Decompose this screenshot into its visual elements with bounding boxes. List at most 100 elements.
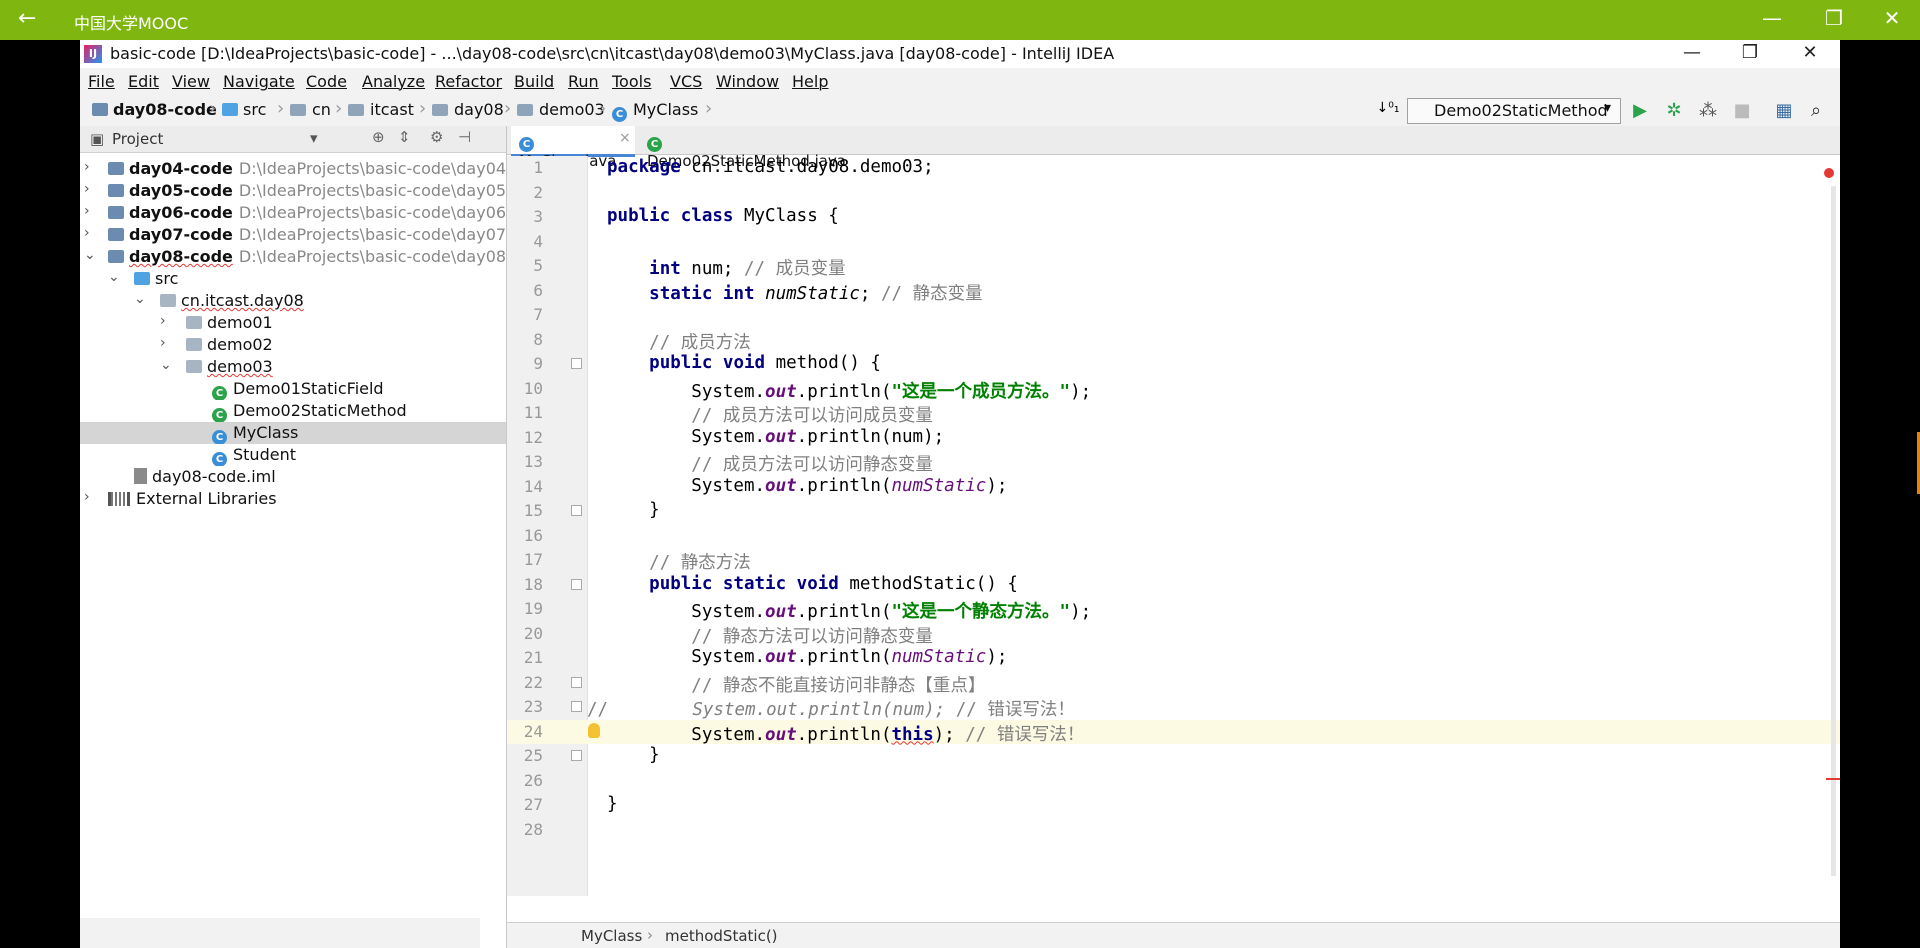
breadcrumb-day08[interactable]: day08 (432, 100, 504, 119)
code-line: 25 } (523, 745, 660, 765)
folder-icon (290, 104, 306, 116)
menu-navigate[interactable]: Navigate (223, 72, 295, 91)
chevron-down-icon[interactable]: ⌄ (108, 269, 120, 285)
chevron-right-icon[interactable]: › (84, 181, 90, 197)
breadcrumb-separator: › (705, 98, 713, 119)
code-line: 21 System.out.println(numStatic); (523, 647, 1008, 667)
run-icon[interactable]: ▶ (1628, 100, 1652, 121)
ide-minimize-button[interactable]: — (1672, 42, 1712, 63)
fold-marker[interactable] (571, 676, 582, 688)
error-indicator-icon[interactable] (1824, 168, 1834, 178)
menu-refactor[interactable]: Refactor (435, 72, 502, 91)
breadcrumb-separator: › (277, 98, 285, 119)
chevron-right-icon[interactable]: › (84, 203, 90, 219)
chevron-down-icon[interactable]: ⌄ (160, 357, 172, 373)
tree-item-day04-code[interactable]: › day04-code D:\IdeaProjects\basic-code\d… (80, 158, 506, 180)
debug-icon[interactable]: ✲ (1662, 100, 1686, 121)
breadcrumb-src[interactable]: src (222, 100, 266, 119)
stop-icon[interactable]: ■ (1730, 100, 1754, 121)
mooc-restore-button[interactable]: ❐ (1814, 6, 1854, 30)
tree-item-myclass[interactable]: C MyClass (80, 422, 506, 444)
editor-scrollbar[interactable] (1831, 186, 1836, 876)
tree-item-day06-code[interactable]: › day06-code D:\IdeaProjects\basic-code\d… (80, 202, 506, 224)
tree-item-demo01staticfield[interactable]: C Demo01StaticField (80, 378, 506, 400)
ide-restore-button[interactable]: ❐ (1730, 42, 1770, 63)
code-line: 6 static int numStatic; // 静态变量 (533, 280, 983, 304)
tree-item-demo02[interactable]: › demo02 (80, 334, 506, 356)
menu-tools[interactable]: Tools (612, 72, 651, 91)
chevron-right-icon[interactable]: › (160, 335, 166, 351)
mooc-minimize-button[interactable]: — (1752, 6, 1792, 30)
chevron-right-icon[interactable]: › (84, 159, 90, 175)
fold-marker[interactable] (571, 701, 582, 712)
breadcrumb-cn[interactable]: cn (290, 100, 331, 119)
menu-code[interactable]: Code (306, 72, 347, 91)
menu-build[interactable]: Build (514, 72, 554, 91)
collapse-icon[interactable]: ⇕ (398, 128, 411, 146)
breadcrumb-itcast[interactable]: itcast (348, 100, 414, 119)
tree-item-package[interactable]: ⌄ cn.itcast.day08 (80, 290, 506, 312)
mooc-close-button[interactable]: ✕ (1872, 6, 1912, 30)
menu-edit[interactable]: Edit (128, 72, 159, 91)
menu-file[interactable]: File (88, 72, 115, 91)
menu-view[interactable]: View (172, 72, 210, 91)
coverage-icon[interactable]: ⁂ (1696, 100, 1720, 121)
ide-close-button[interactable]: ✕ (1790, 42, 1830, 63)
menu-run[interactable]: Run (568, 72, 599, 91)
chevron-right-icon[interactable]: › (84, 225, 90, 241)
tree-item-iml[interactable]: day08-code.iml (80, 466, 506, 488)
error-stripe-marker[interactable] (1826, 778, 1840, 780)
fold-marker[interactable] (571, 358, 582, 369)
fold-marker[interactable] (571, 578, 582, 590)
tree-item-day05-code[interactable]: › day05-code D:\IdeaProjects\basic-code\d… (80, 180, 506, 202)
menu-help[interactable]: Help (792, 72, 828, 91)
menu-vcs[interactable]: VCS (670, 72, 702, 91)
chevron-down-icon[interactable]: ⌄ (134, 291, 146, 307)
code-line: 10 System.out.println("这是一个成员方法。"); (523, 378, 1092, 402)
tree-item-src[interactable]: ⌄ src (80, 268, 506, 290)
fold-marker[interactable] (571, 505, 582, 516)
code-line-current: 24 System.out.println(this); // 错误写法！ (507, 719, 1840, 745)
tree-item-day08-code[interactable]: ⌄ day08-code D:\IdeaProjects\basic-code\d… (80, 246, 506, 268)
chevron-down-icon[interactable]: ▾ (310, 129, 318, 147)
back-arrow-icon[interactable]: ← (18, 6, 36, 31)
code-line: 16 (523, 525, 543, 545)
project-horizontal-scrollbar[interactable] (80, 918, 480, 948)
run-configuration-select[interactable]: Demo02StaticMethod ▾ (1407, 98, 1621, 124)
library-icon (108, 492, 130, 506)
menu-analyze[interactable]: Analyze (362, 72, 425, 91)
fold-marker[interactable] (571, 750, 582, 761)
breadcrumb-module[interactable]: day08-code (92, 100, 217, 119)
project-structure-icon[interactable]: ▦ (1772, 100, 1796, 121)
mooc-app-title: 中国大学MOOC (74, 14, 189, 33)
tab-myclass-java[interactable]: CMyClass.java × (511, 126, 635, 170)
search-icon[interactable]: ⌕ (1804, 100, 1828, 121)
sort-icon[interactable]: ↓⁰₁ (1376, 100, 1400, 116)
tree-item-demo01[interactable]: › demo01 (80, 312, 506, 334)
hide-panel-icon[interactable]: ⊣ (458, 128, 471, 146)
lightbulb-icon[interactable] (588, 722, 600, 738)
tree-item-external-libraries[interactable]: › External Libraries (80, 488, 506, 510)
tree-item-student[interactable]: C Student (80, 444, 506, 466)
ide-titlebar: IJ basic-code [D:\IdeaProjects\basic-cod… (80, 40, 1840, 68)
chevron-right-icon[interactable]: › (84, 489, 90, 505)
tree-item-day07-code[interactable]: › day07-code D:\IdeaProjects\basic-code\d… (80, 224, 506, 246)
breadcrumb-demo03[interactable]: demo03 (517, 100, 605, 119)
tree-item-demo03[interactable]: ⌄ demo03 (80, 356, 506, 378)
project-panel-title[interactable]: Project (112, 130, 163, 148)
chevron-right-icon[interactable]: › (160, 313, 166, 329)
breadcrumb-method[interactable]: methodStatic() (665, 927, 778, 945)
menu-window[interactable]: Window (716, 72, 779, 91)
locate-icon[interactable]: ⊕ (372, 128, 385, 146)
module-icon (108, 184, 124, 197)
close-icon[interactable]: × (619, 130, 631, 146)
breadcrumb-class[interactable]: MyClass (581, 927, 642, 945)
package-icon (160, 294, 176, 307)
source-folder-icon (222, 103, 238, 116)
code-area[interactable]: 1 package cn.itcast.day08.demo03; 2 3 publ… (507, 156, 1840, 896)
tab-demo02staticmethod-java[interactable]: CDemo02StaticMethod.java (639, 126, 847, 170)
chevron-down-icon[interactable]: ⌄ (84, 247, 96, 263)
gear-icon[interactable]: ⚙ (430, 128, 443, 146)
breadcrumb-myclass[interactable]: C MyClass (612, 100, 698, 122)
tree-item-demo02staticmethod[interactable]: C Demo02StaticMethod (80, 400, 506, 422)
